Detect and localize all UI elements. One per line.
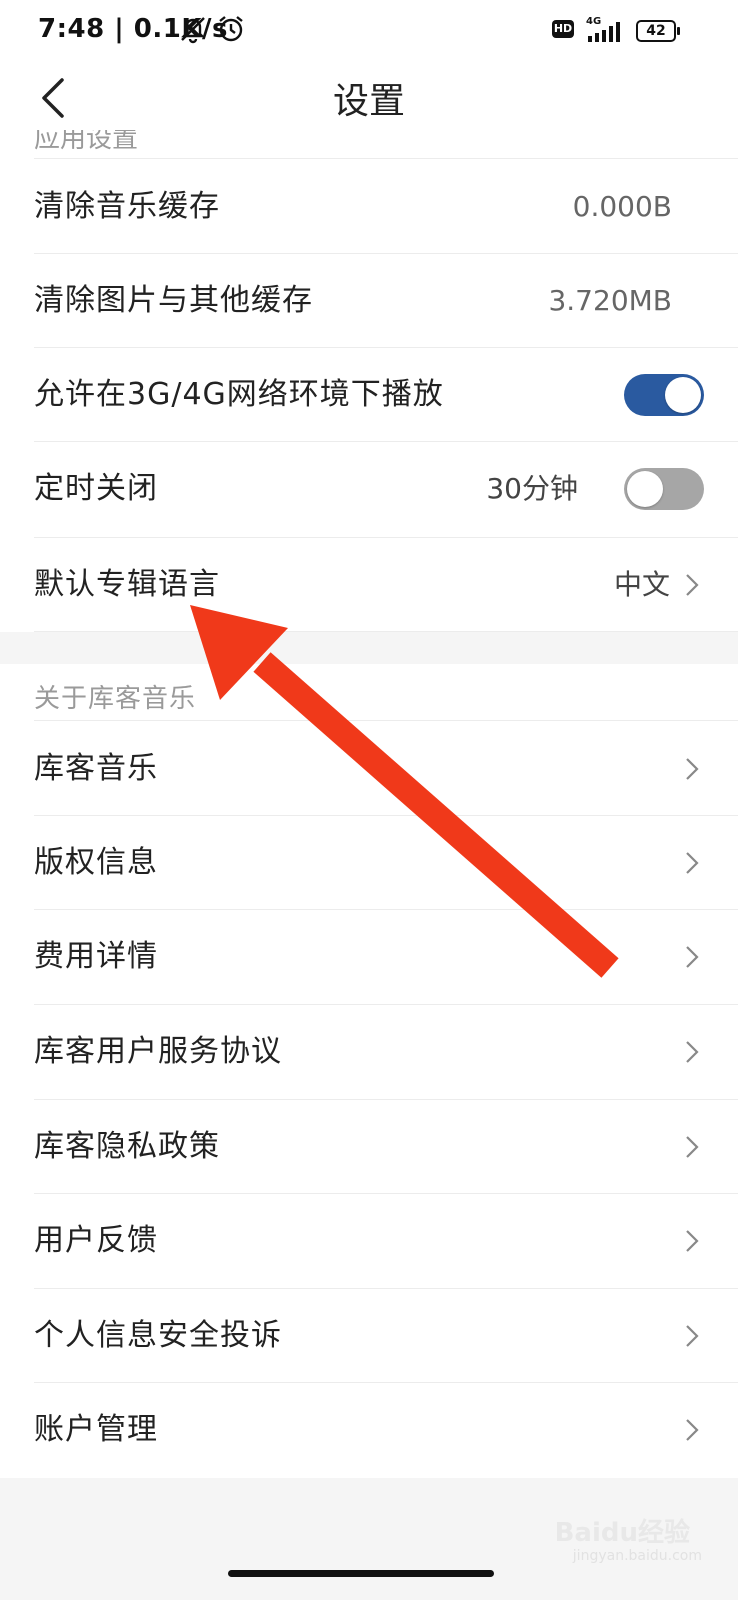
row-label: 库客音乐 (34, 751, 158, 786)
nav-header: 设置 (0, 64, 738, 130)
chevron-right-icon (686, 758, 699, 780)
row-label: 版权信息 (34, 845, 158, 880)
row-label: 账户管理 (34, 1412, 158, 1447)
clear-image-cache-row[interactable]: 清除图片与其他缓存 3.720MB (0, 254, 738, 348)
home-indicator[interactable] (228, 1570, 494, 1577)
chevron-right-icon (686, 1419, 699, 1441)
chevron-right-icon (686, 1230, 699, 1252)
section-gap (0, 632, 738, 664)
row-label: 定时关闭 (34, 471, 158, 506)
row-label: 费用详情 (34, 939, 158, 974)
allow-mobile-play-toggle[interactable] (624, 374, 704, 416)
chevron-right-icon (686, 946, 699, 968)
about-item-security-complaint[interactable]: 个人信息安全投诉 (0, 1289, 738, 1383)
watermark-url: jingyan.baidu.com (572, 1548, 702, 1564)
signal-icon (588, 22, 620, 42)
status-bar: 7:48 | 0.1K/s HD 4G 42 (0, 0, 738, 64)
divider (34, 158, 738, 159)
album-language-value: 中文 (613, 568, 670, 601)
row-label: 个人信息安全投诉 (34, 1318, 282, 1353)
about-item-privacy-policy[interactable]: 库客隐私政策 (0, 1100, 738, 1194)
battery-icon: 42 (636, 20, 676, 42)
row-label: 默认专辑语言 (34, 567, 220, 602)
about-item-feedback[interactable]: 用户反馈 (0, 1194, 738, 1288)
toggle-knob (665, 377, 701, 413)
page-title: 设置 (332, 81, 405, 122)
about-item-copyright[interactable]: 版权信息 (0, 816, 738, 910)
row-label: 库客用户服务协议 (34, 1034, 282, 1069)
row-label: 库客隐私政策 (34, 1129, 220, 1164)
chevron-right-icon (686, 1041, 699, 1063)
section-title-about: 关于库客音乐 (34, 684, 197, 714)
chevron-right-icon (686, 574, 699, 596)
battery-tip (677, 27, 680, 35)
row-label: 清除图片与其他缓存 (34, 283, 313, 318)
chevron-right-icon (686, 852, 699, 874)
timer-off-toggle[interactable] (624, 468, 704, 510)
row-label: 清除音乐缓存 (34, 189, 220, 224)
toggle-knob (627, 471, 663, 507)
about-item-service-agreement[interactable]: 库客用户服务协议 (0, 1005, 738, 1099)
album-language-row[interactable]: 默认专辑语言 中文 (0, 538, 738, 632)
chevron-right-icon (686, 1136, 699, 1158)
row-label: 允许在3G/4G网络环境下播放 (34, 377, 444, 412)
row-label: 用户反馈 (34, 1223, 158, 1258)
hd-icon: HD (552, 20, 574, 38)
baidu-jingyan-watermark: Baidu经验 (554, 1518, 690, 1548)
chevron-right-icon (686, 1325, 699, 1347)
divider (34, 720, 738, 721)
timer-duration[interactable]: 30分钟 (486, 442, 578, 536)
music-cache-size: 0.000B (572, 190, 672, 223)
mute-bell-icon (181, 17, 205, 44)
clear-music-cache-row[interactable]: 清除音乐缓存 0.000B (0, 160, 738, 254)
alarm-icon (219, 16, 243, 42)
about-item-kuke-music[interactable]: 库客音乐 (0, 722, 738, 816)
timer-off-row: 定时关闭 30分钟 (0, 442, 738, 536)
about-item-account-management[interactable]: 账户管理 (0, 1383, 738, 1477)
about-item-fees[interactable]: 费用详情 (0, 910, 738, 1004)
allow-mobile-play-row: 允许在3G/4G网络环境下播放 (0, 348, 738, 442)
image-cache-size: 3.720MB (548, 284, 672, 317)
